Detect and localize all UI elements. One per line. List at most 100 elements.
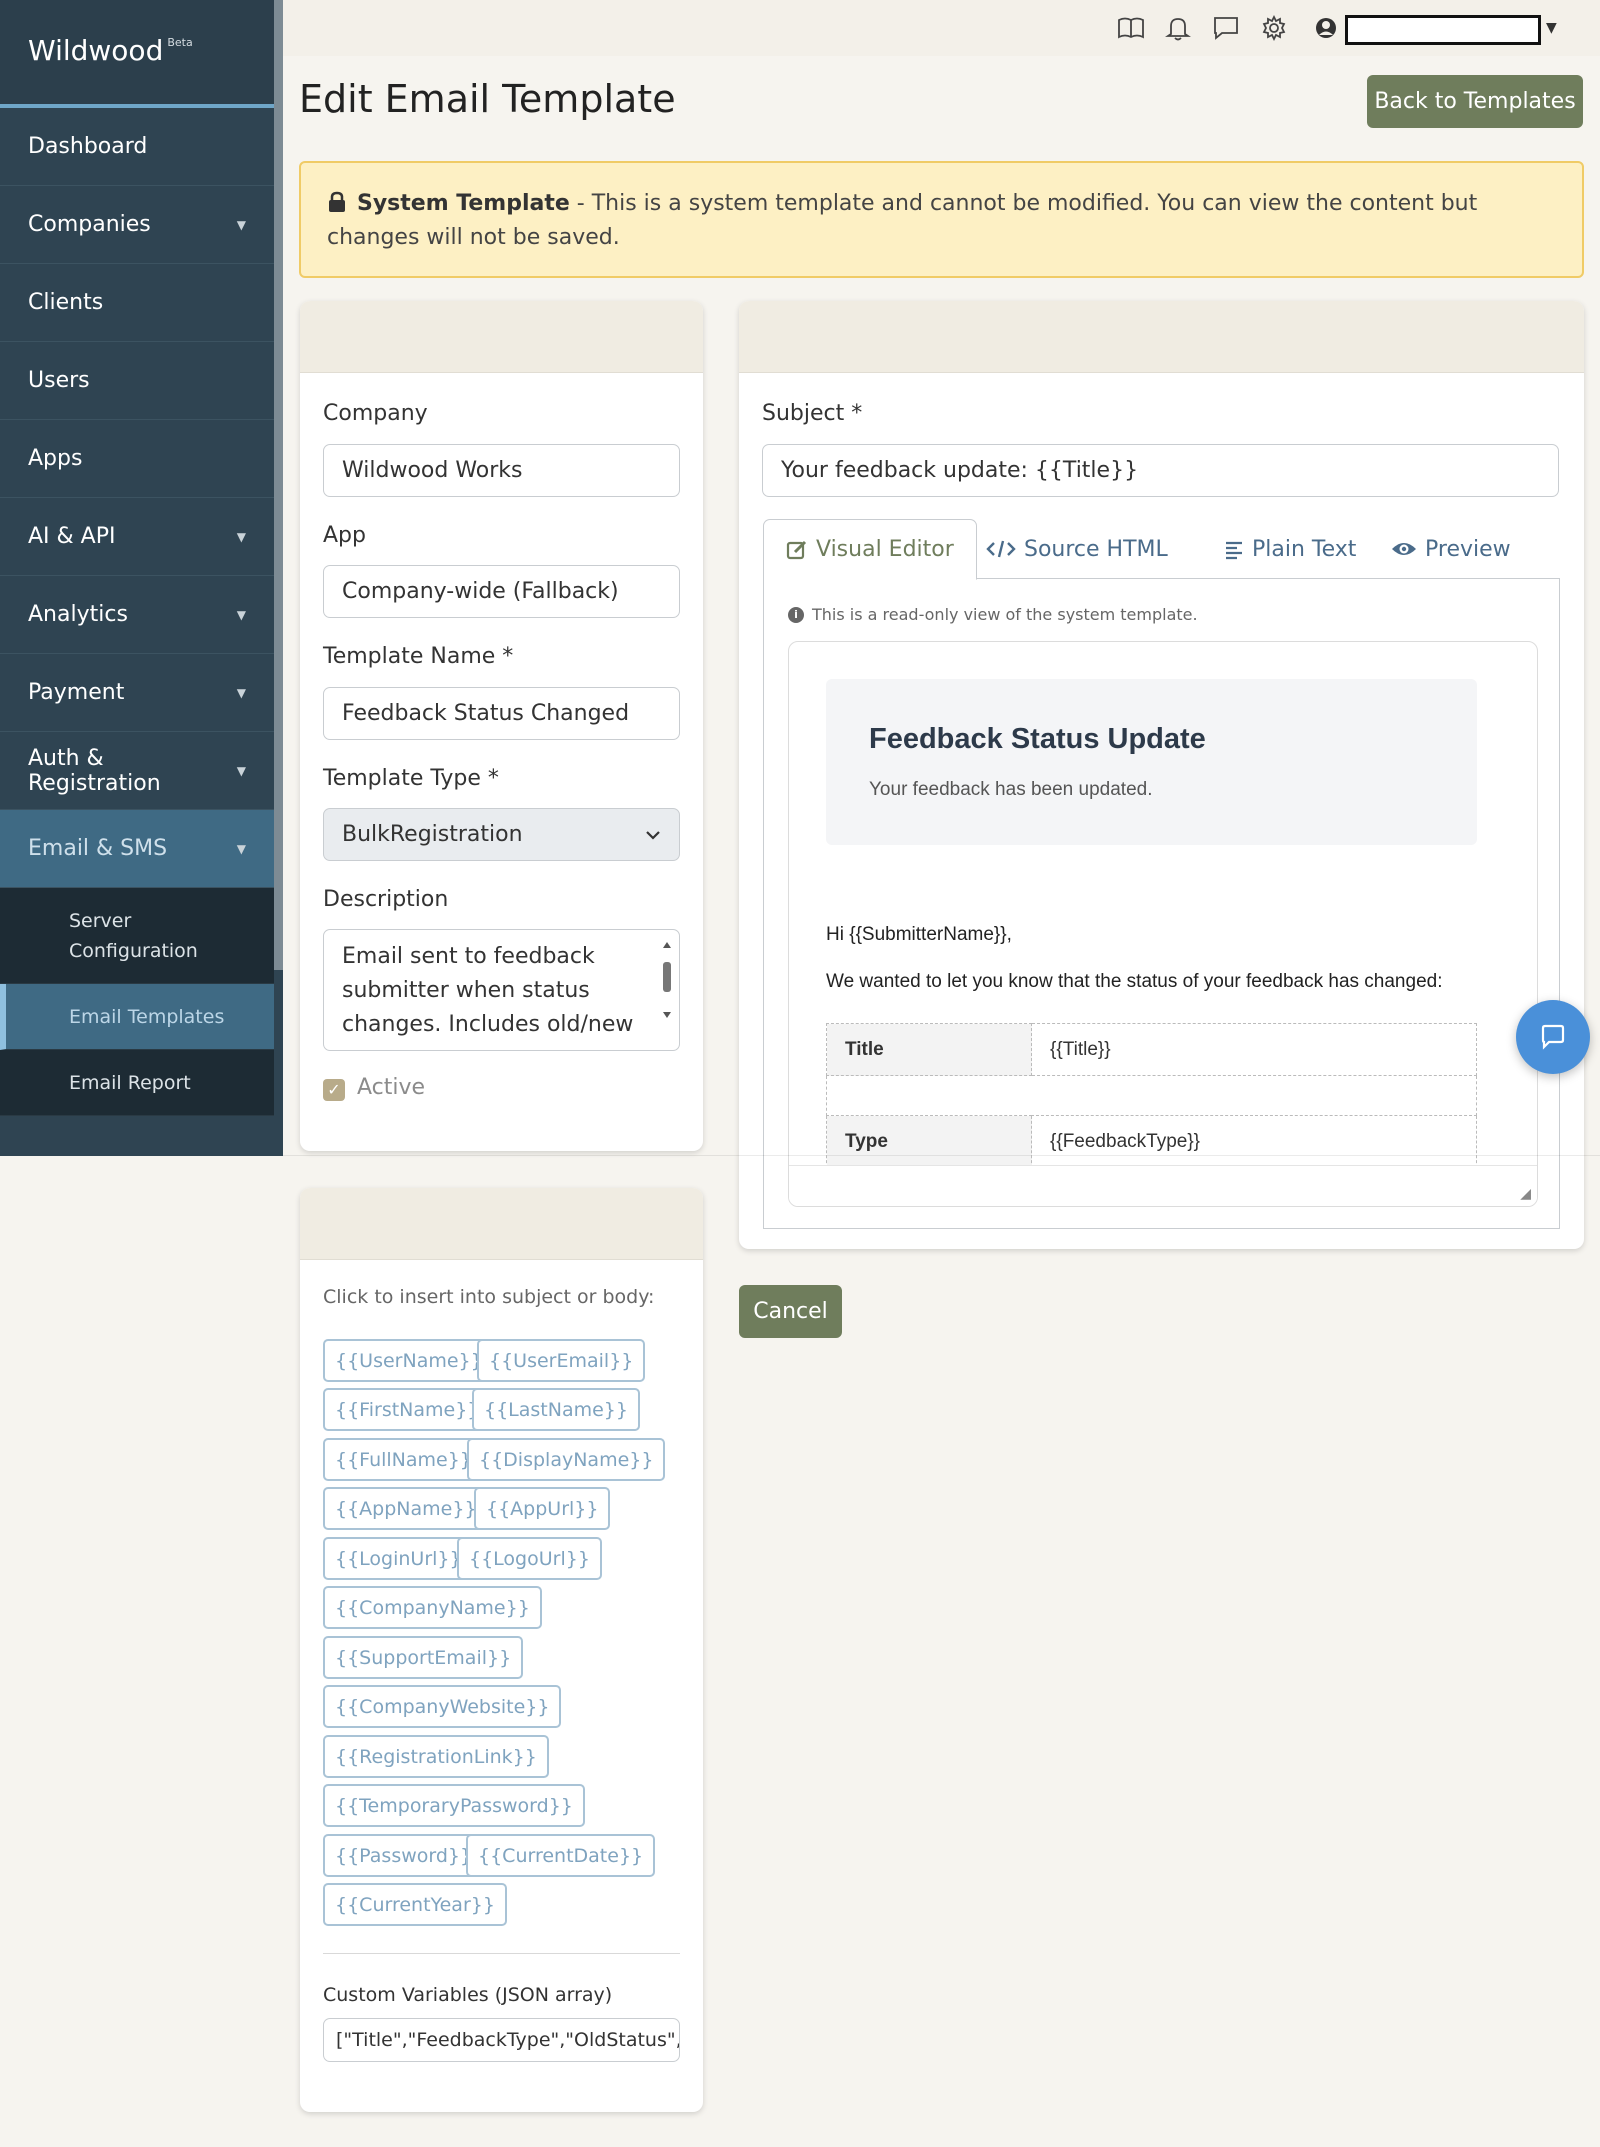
bell-icon[interactable]	[1164, 14, 1192, 42]
sidebar-item-auth-registration[interactable]: Auth & Registration ▼	[0, 732, 274, 810]
sidebar-item-clients[interactable]: Clients	[0, 264, 274, 342]
tab-visual-editor[interactable]: Visual Editor	[763, 519, 977, 580]
variable-chip[interactable]: {{UserEmail}}	[477, 1339, 646, 1382]
variable-chip[interactable]: {{FirstName}}	[323, 1388, 492, 1431]
email-header-block: Feedback Status Update Your feedback has…	[826, 679, 1477, 845]
custom-variables-field[interactable]: ["Title","FeedbackType","OldStatus","N	[323, 2018, 680, 2062]
variable-chip[interactable]: {{FullName}}	[323, 1438, 484, 1481]
sidebar-submenu: Server Configuration Email Templates Ema…	[0, 888, 274, 1116]
card-header	[739, 301, 1584, 373]
variable-chip[interactable]: {{Password}}	[323, 1834, 485, 1877]
sidebar-item-companies[interactable]: Companies ▼	[0, 186, 274, 264]
sidebar-subitem-label: Server Configuration	[69, 909, 198, 962]
template-type-select[interactable]: BulkRegistration	[323, 808, 680, 861]
code-icon	[986, 540, 1016, 558]
sidebar-item-dashboard[interactable]: Dashboard	[0, 108, 274, 186]
sidebar-item-label: Apps	[28, 446, 83, 471]
gear-icon[interactable]	[1260, 14, 1288, 42]
chat-bubble-icon	[1541, 1024, 1565, 1050]
back-to-templates-button[interactable]: Back to Templates	[1367, 75, 1583, 128]
app-label: App	[323, 523, 366, 548]
variable-chip[interactable]: {{CurrentYear}}	[323, 1883, 507, 1926]
tab-source-html[interactable]: Source HTML	[986, 519, 1168, 579]
sidebar-item-users[interactable]: Users	[0, 342, 274, 420]
variable-chip[interactable]: {{LastName}}	[472, 1388, 640, 1431]
sidebar-item-apps[interactable]: Apps	[0, 420, 274, 498]
variable-chip[interactable]: {{AppUrl}}	[474, 1487, 611, 1530]
sidebar-subitem-email-report[interactable]: Email Report	[0, 1050, 274, 1116]
sidebar-scrollbar[interactable]	[274, 0, 283, 970]
sidebar-item-label: Dashboard	[28, 134, 148, 159]
template-name-field[interactable]: Feedback Status Changed	[323, 687, 680, 740]
divider	[283, 1155, 1600, 1156]
table-cell-value: {{FeedbackType}}	[1031, 1115, 1477, 1168]
alert-title: System Template	[357, 191, 570, 216]
variable-chip[interactable]: {{LogoUrl}}	[457, 1537, 602, 1580]
table-spacer-cell	[826, 1075, 1477, 1116]
app-field[interactable]: Company-wide (Fallback)	[323, 565, 680, 618]
sidebar-subitem-label: Email Report	[69, 1071, 191, 1094]
resize-handle-icon[interactable]: ◢	[1520, 1186, 1531, 1202]
variable-chip[interactable]: {{UserName}}	[323, 1339, 495, 1382]
user-menu[interactable]	[1345, 15, 1541, 45]
tab-label: Preview	[1425, 536, 1511, 562]
sidebar-item-ai-api[interactable]: AI & API ▼	[0, 498, 274, 576]
caret-down-icon: ▼	[236, 217, 246, 232]
chevron-down-icon	[646, 830, 660, 840]
variable-chip[interactable]: {{CompanyWebsite}}	[323, 1685, 562, 1728]
variable-chip[interactable]: {{SupportEmail}}	[323, 1636, 524, 1679]
email-header-title: Feedback Status Update	[869, 723, 1206, 755]
template-details-card: Company Wildwood Works App Company-wide …	[300, 301, 703, 1151]
tab-plain-text[interactable]: Plain Text	[1224, 519, 1356, 579]
textarea-scrollbar[interactable]	[661, 936, 673, 1046]
caret-down-icon: ▼	[236, 607, 246, 622]
page-title: Edit Email Template	[299, 77, 676, 121]
caret-down-icon: ▼	[236, 529, 246, 544]
email-preview-frame[interactable]: Feedback Status Update Your feedback has…	[788, 641, 1538, 1207]
variable-chip[interactable]: {{CurrentDate}}	[466, 1834, 656, 1877]
company-field[interactable]: Wildwood Works	[323, 444, 680, 497]
template-content-card: Subject * Your feedback update: {{Title}…	[739, 301, 1584, 1249]
custom-variables-label: Custom Variables (JSON array)	[323, 1984, 613, 2006]
description-text: Email sent to feedback submitter when st…	[342, 944, 634, 1037]
table-cell-key: Title	[826, 1023, 1032, 1076]
subject-field[interactable]: Your feedback update: {{Title}}	[762, 444, 1559, 497]
variable-chip[interactable]: {{TemporaryPassword}}	[323, 1784, 585, 1827]
caret-down-icon: ▼	[236, 841, 246, 856]
tab-preview[interactable]: Preview	[1391, 519, 1511, 579]
editor-tabs: Visual Editor Source HTML Plain Text Pre…	[763, 519, 1560, 580]
table-row: Title {{Title}}	[826, 1023, 1477, 1076]
cancel-button[interactable]: Cancel	[739, 1285, 842, 1338]
table-cell-value: {{Title}}	[1031, 1023, 1477, 1076]
chat-widget-button[interactable]	[1516, 1000, 1590, 1074]
description-textarea[interactable]: Email sent to feedback submitter when st…	[323, 929, 680, 1051]
variable-chip[interactable]: {{AppName}}	[323, 1487, 489, 1530]
card-header	[300, 1188, 703, 1260]
sidebar-subitem-server-configuration[interactable]: Server Configuration	[0, 888, 274, 984]
caret-down-icon: ▼	[236, 685, 246, 700]
book-icon[interactable]	[1117, 14, 1145, 42]
chat-icon[interactable]	[1212, 14, 1240, 42]
brand[interactable]: Wildwood Beta	[0, 0, 283, 108]
system-template-alert: System Template - This is a system templ…	[299, 161, 1584, 278]
email-intro: We wanted to let you know that the statu…	[826, 971, 1443, 992]
tab-label: Plain Text	[1252, 536, 1357, 562]
user-circle-icon[interactable]	[1312, 14, 1340, 42]
variable-chip[interactable]: {{DisplayName}}	[467, 1438, 666, 1481]
sidebar-item-label: AI & API	[28, 524, 116, 549]
sidebar-item-label: Auth & Registration	[28, 745, 161, 796]
sidebar-item-email-sms[interactable]: Email & SMS ▼	[0, 810, 274, 888]
info-icon: i	[788, 606, 804, 623]
sidebar-subitem-email-templates[interactable]: Email Templates	[0, 984, 274, 1050]
variable-chip[interactable]: {{LoginUrl}}	[323, 1537, 474, 1580]
sidebar-item-analytics[interactable]: Analytics ▼	[0, 576, 274, 654]
chevron-down-icon[interactable]: ▼	[1546, 20, 1557, 36]
variable-chip[interactable]: {{RegistrationLink}}	[323, 1735, 549, 1778]
sidebar-item-payment[interactable]: Payment ▼	[0, 654, 274, 732]
active-checkbox[interactable]: ✓	[323, 1079, 345, 1101]
sidebar-item-label: Companies	[28, 212, 151, 237]
sidebar-subitem-label: Email Templates	[69, 1005, 225, 1028]
variables-hint: Click to insert into subject or body:	[323, 1286, 655, 1308]
sidebar-item-label: Email & SMS	[28, 836, 168, 861]
variable-chip[interactable]: {{CompanyName}}	[323, 1586, 542, 1629]
